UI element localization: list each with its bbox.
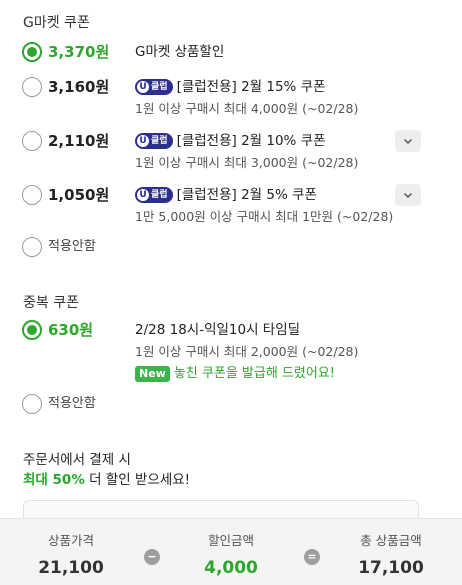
new-coupon-notice: 놓친 쿠폰을 발급해 드렸어요!	[173, 366, 335, 381]
total-column: 총 상품금액 17,100	[321, 533, 461, 580]
dup-coupon-option-none[interactable]: 적용안함	[22, 394, 96, 414]
payment-promo-highlight: 최대 50%	[23, 472, 85, 488]
radio-button[interactable]	[22, 320, 42, 340]
radio-button[interactable]	[22, 77, 42, 97]
payment-promo-text: 최대 50% 더 할인 받으세요!	[23, 472, 191, 488]
coupon-title: [클럽전용] 2월 10% 쿠폰	[176, 133, 326, 149]
price-column: 상품가격 21,100	[1, 533, 141, 580]
payment-promo-title: 주문서에서 결제 시	[23, 452, 131, 468]
coupon-amount: 2,110원	[48, 132, 110, 150]
coupon-condition: 1원 이상 구매시 최대 2,000원 (~02/28)	[135, 344, 359, 359]
coupon-condition: 1원 이상 구매시 최대 3,000원 (~02/28)	[135, 155, 359, 170]
coupon-option-3370[interactable]: 3,370원	[22, 42, 109, 62]
expand-button[interactable]	[395, 130, 421, 152]
no-apply-label: 적용안함	[48, 239, 96, 254]
equals-icon: =	[304, 549, 320, 565]
coupon-amount: 1,050원	[48, 186, 110, 204]
coupon-option-none[interactable]: 적용안함	[22, 237, 96, 257]
coupon-amount: 630원	[48, 321, 94, 339]
club-badge: U 클럽	[135, 133, 173, 149]
dup-coupon-title: 중복 쿠폰	[23, 295, 79, 311]
gmarket-coupon-title: G마켓 쿠폰	[23, 15, 90, 31]
discount-column: 할인금액 4,000	[161, 533, 301, 580]
coupon-title: G마켓 상품할인	[135, 44, 225, 60]
coupon-option-3160[interactable]: 3,160원	[22, 77, 109, 97]
minus-icon: −	[144, 549, 160, 565]
club-badge: U 클럽	[135, 187, 173, 203]
radio-button[interactable]	[22, 237, 42, 257]
expand-button[interactable]	[395, 184, 421, 206]
coupon-amount: 3,160원	[48, 78, 110, 96]
new-badge: New	[135, 366, 170, 382]
discount-label: 할인금액	[207, 533, 254, 548]
coupon-title: 2/28 18시-익일10시 타임딜	[135, 322, 301, 338]
price-label: 상품가격	[47, 533, 94, 548]
radio-button[interactable]	[22, 42, 42, 62]
club-badge: U 클럽	[135, 79, 173, 95]
radio-button[interactable]	[22, 131, 42, 151]
chevron-down-icon	[403, 192, 413, 199]
coupon-amount: 3,370원	[48, 43, 110, 61]
price-summary-bar: 상품가격 21,100 − 할인금액 4,000 = 총 상품금액 17,100	[0, 518, 462, 585]
radio-button[interactable]	[22, 185, 42, 205]
chevron-down-icon	[403, 138, 413, 145]
total-label: 총 상품금액	[360, 533, 422, 548]
coupon-option-1050[interactable]: 1,050원	[22, 185, 109, 205]
no-apply-label: 적용안함	[48, 396, 96, 411]
dup-coupon-option-630[interactable]: 630원	[22, 320, 93, 340]
radio-button[interactable]	[22, 394, 42, 414]
total-value: 17,100	[358, 558, 424, 578]
price-value: 21,100	[38, 558, 104, 578]
coupon-title: [클럽전용] 2월 5% 쿠폰	[176, 187, 317, 203]
coupon-option-2110[interactable]: 2,110원	[22, 131, 109, 151]
coupon-condition: 1만 5,000원 이상 구매시 최대 1만원 (~02/28)	[135, 209, 394, 224]
coupon-condition: 1원 이상 구매시 최대 4,000원 (~02/28)	[135, 101, 359, 116]
discount-value: 4,000	[204, 558, 258, 578]
coupon-title: [클럽전용] 2월 15% 쿠폰	[176, 79, 326, 95]
